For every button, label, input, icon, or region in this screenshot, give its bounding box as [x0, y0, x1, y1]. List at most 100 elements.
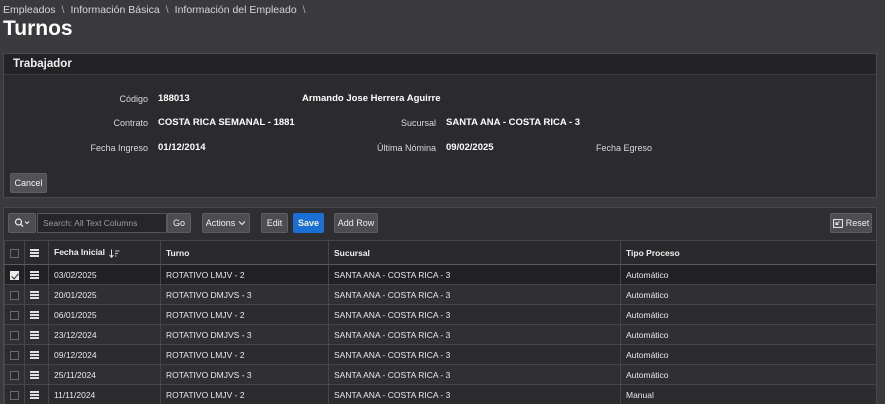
cell-fecha-inicial[interactable]: 03/02/2025 [48, 264, 161, 285]
cell-tipo-proceso[interactable]: Automático [620, 344, 877, 365]
table-row[interactable]: 23/12/2024 ROTATIVO DMJVS - 3 SANTA ANA - … [4, 324, 877, 345]
cell-sucursal[interactable]: SANTA ANA - COSTA RICA - 3 [328, 384, 621, 404]
row-actions-icon[interactable] [30, 330, 39, 341]
cell-turno[interactable]: ROTATIVO DMJVS - 3 [160, 364, 329, 385]
cell-turno[interactable]: ROTATIVO LMJV - 2 [160, 384, 329, 404]
column-header-tipo-proceso[interactable]: Tipo Proceso [620, 240, 877, 265]
add-row-button[interactable]: Add Row [334, 213, 378, 233]
cell-fecha-inicial[interactable]: 25/11/2024 [48, 364, 161, 385]
breadcrumb-empleados[interactable]: Empleados [3, 4, 56, 16]
row-actions-icon[interactable] [30, 370, 39, 381]
save-button[interactable]: Save [293, 213, 324, 233]
column-header-fecha-inicial[interactable]: Fecha Inicial [48, 240, 161, 265]
table-row[interactable]: 25/11/2024 ROTATIVO DMJVS - 3 SANTA ANA - … [4, 364, 877, 385]
contrato-label: Contrato [113, 118, 148, 128]
cell-sucursal[interactable]: SANTA ANA - COSTA RICA - 3 [328, 304, 621, 325]
row-actions-cell[interactable] [24, 324, 49, 345]
reset-button[interactable]: Reset [830, 213, 872, 233]
row-select-cell [4, 384, 25, 404]
row-select-cell [4, 284, 25, 305]
search-field[interactable] [37, 213, 167, 233]
row-checkbox[interactable] [10, 270, 19, 280]
row-actions-header [24, 240, 49, 265]
cell-tipo-proceso[interactable]: Automático [620, 264, 877, 285]
search-column-selector[interactable] [8, 213, 36, 233]
cell-fecha-inicial[interactable]: 11/11/2024 [48, 384, 161, 404]
breadcrumb-separator: \ [165, 4, 169, 16]
grid-body: 03/02/2025 ROTATIVO LMJV - 2 SANTA ANA - C… [4, 264, 877, 404]
select-all-cell [4, 240, 25, 265]
row-checkbox[interactable] [10, 310, 19, 320]
fecha-egreso-label: Fecha Egreso [595, 143, 652, 153]
row-checkbox[interactable] [10, 370, 19, 380]
row-checkbox[interactable] [10, 350, 19, 360]
breadcrumb-informacion-basica[interactable]: Información Básica [70, 4, 159, 16]
row-checkbox[interactable] [10, 390, 19, 400]
actions-label: Actions [205, 218, 236, 228]
row-actions-cell[interactable] [24, 384, 49, 404]
cell-turno[interactable]: ROTATIVO DMJVS - 3 [160, 284, 329, 305]
column-label: Fecha Inicial [54, 247, 106, 258]
row-checkbox[interactable] [10, 330, 19, 340]
cell-fecha-inicial[interactable]: 20/01/2025 [48, 284, 161, 305]
cell-sucursal[interactable]: SANTA ANA - COSTA RICA - 3 [328, 364, 621, 385]
cell-sucursal[interactable]: SANTA ANA - COSTA RICA - 3 [328, 284, 621, 305]
cell-sucursal[interactable]: SANTA ANA - COSTA RICA - 3 [328, 264, 621, 285]
row-checkbox[interactable] [10, 290, 19, 300]
column-header-turno[interactable]: Turno [160, 240, 329, 265]
worker-region: Trabajador Código 188013 Armando Jose He… [3, 53, 877, 198]
breadcrumb-separator: \ [61, 4, 65, 16]
table-row[interactable]: 11/11/2024 ROTATIVO LMJV - 2 SANTA ANA - C… [4, 384, 877, 404]
cell-tipo-proceso[interactable]: Manual [620, 384, 877, 404]
codigo-label: Código [119, 94, 148, 104]
row-actions-icon[interactable] [30, 350, 39, 361]
select-all-checkbox[interactable] [10, 248, 19, 258]
ultima-nomina-value: 09/02/2025 [446, 142, 494, 153]
search-input[interactable] [43, 218, 161, 228]
table-row[interactable]: 06/01/2025 ROTATIVO LMJV - 2 SANTA ANA - C… [4, 304, 877, 325]
table-row[interactable]: 03/02/2025 ROTATIVO LMJV - 2 SANTA ANA - C… [4, 264, 877, 285]
actions-menu-button[interactable]: Actions [202, 213, 250, 233]
cell-tipo-proceso[interactable]: Automático [620, 324, 877, 345]
contrato-value: COSTA RICA SEMANAL - 1881 [158, 117, 295, 128]
row-actions-cell[interactable] [24, 304, 49, 325]
chevron-down-icon [238, 221, 246, 226]
row-select-cell [4, 364, 25, 385]
edit-button[interactable]: Edit [261, 213, 288, 233]
cell-fecha-inicial[interactable]: 06/01/2025 [48, 304, 161, 325]
row-actions-cell[interactable] [24, 264, 49, 285]
cell-sucursal[interactable]: SANTA ANA - COSTA RICA - 3 [328, 324, 621, 345]
cell-sucursal[interactable]: SANTA ANA - COSTA RICA - 3 [328, 344, 621, 365]
page-header: Empleados \ Información Básica \ Informa… [0, 0, 885, 54]
cell-fecha-inicial[interactable]: 09/12/2024 [48, 344, 161, 365]
page-title: Turnos [3, 17, 73, 40]
cell-turno[interactable]: ROTATIVO LMJV - 2 [160, 264, 329, 285]
row-actions-icon[interactable] [30, 270, 39, 281]
cell-fecha-inicial[interactable]: 23/12/2024 [48, 324, 161, 345]
breadcrumb-separator: \ [302, 4, 306, 16]
row-actions-cell[interactable] [24, 284, 49, 305]
row-actions-icon[interactable] [30, 290, 39, 301]
go-button[interactable]: Go [167, 213, 191, 233]
row-actions-cell[interactable] [24, 364, 49, 385]
cell-tipo-proceso[interactable]: Automático [620, 284, 877, 305]
cell-turno[interactable]: ROTATIVO LMJV - 2 [160, 344, 329, 365]
row-actions-icon[interactable] [30, 310, 39, 321]
employee-name: Armando Jose Herrera Aguirre [302, 93, 441, 104]
column-header-sucursal[interactable]: Sucursal [328, 240, 621, 265]
cell-tipo-proceso[interactable]: Automático [620, 304, 877, 325]
cancel-button[interactable]: Cancel [10, 173, 47, 193]
sort-descending-icon [109, 249, 120, 258]
table-row[interactable]: 09/12/2024 ROTATIVO LMJV - 2 SANTA ANA - C… [4, 344, 877, 365]
table-row[interactable]: 20/01/2025 ROTATIVO DMJVS - 3 SANTA ANA - … [4, 284, 877, 305]
breadcrumb-informacion-empleado[interactable]: Información del Empleado [175, 4, 297, 16]
fecha-ingreso-value: 01/12/2014 [158, 142, 206, 153]
row-actions-cell[interactable] [24, 344, 49, 365]
search-icon [14, 218, 30, 228]
sucursal-label: Sucursal [400, 118, 436, 128]
row-actions-icon[interactable] [30, 390, 39, 401]
cell-turno[interactable]: ROTATIVO DMJVS - 3 [160, 324, 329, 345]
worker-region-title: Trabajador [4, 54, 876, 75]
cell-turno[interactable]: ROTATIVO LMJV - 2 [160, 304, 329, 325]
cell-tipo-proceso[interactable]: Automático [620, 364, 877, 385]
